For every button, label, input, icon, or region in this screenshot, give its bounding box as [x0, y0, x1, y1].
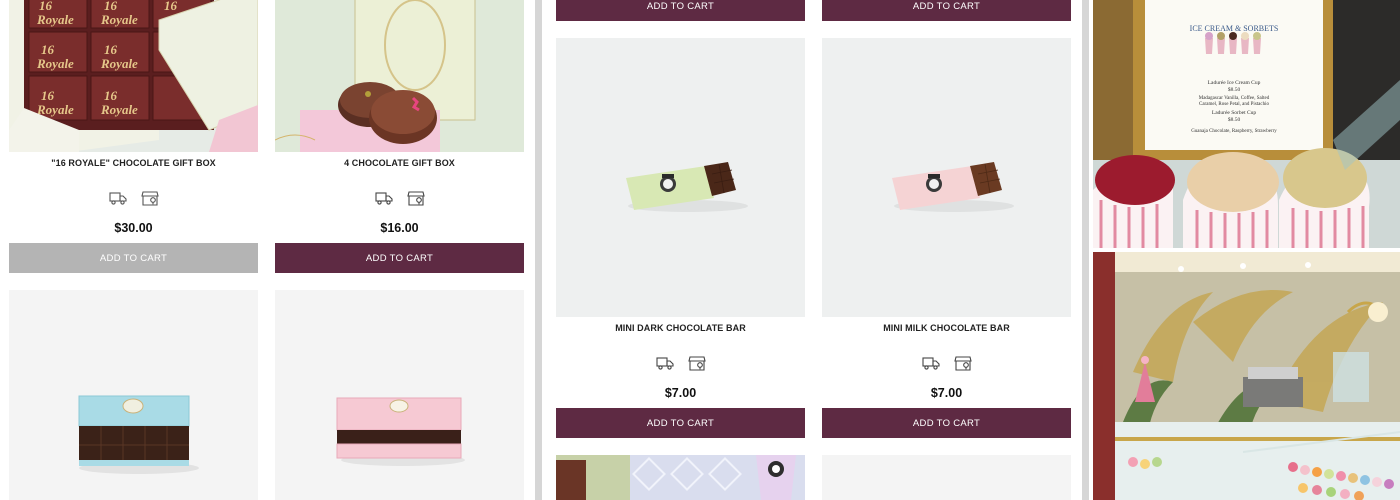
add-to-cart-button[interactable]: ADD TO CART [275, 243, 524, 273]
svg-text:Royale: Royale [100, 12, 138, 27]
svg-text:16: 16 [164, 0, 178, 13]
product-name[interactable]: MINI DARK CHOCOLATE BAR [556, 323, 805, 333]
panel-divider [1082, 0, 1089, 500]
product-name[interactable]: MINI MILK CHOCOLATE BAR [822, 323, 1071, 333]
svg-text:Royale: Royale [100, 102, 138, 117]
fulfillment-icons [9, 190, 258, 206]
svg-text:Royale: Royale [36, 102, 74, 117]
sign-line: Ladurée Ice Cream Cup [1208, 80, 1261, 86]
product-name[interactable]: "16 ROYALE" CHOCOLATE GIFT BOX [9, 158, 258, 168]
panel-divider [535, 0, 542, 500]
product-name[interactable]: 4 CHOCOLATE GIFT BOX [275, 158, 524, 168]
svg-text:Royale: Royale [36, 12, 74, 27]
sign-line: Madagascar Vanilla, Coffee, Salted [1199, 96, 1270, 101]
svg-text:Royale: Royale [100, 56, 138, 71]
product-image-blue-box[interactable] [9, 290, 258, 500]
product-image-placeholder[interactable] [822, 455, 1071, 500]
product-grid-left: 16 16 16 Royale Royale 16 16 Royale Royale 16… [0, 0, 533, 500]
boutique-interior-photo [1093, 252, 1400, 500]
delivery-truck-icon [374, 190, 393, 206]
product-image-4-chocolate-box[interactable] [275, 0, 524, 152]
product-price: $30.00 [114, 221, 153, 235]
delivery-truck-icon [108, 190, 127, 206]
product-image-mini-dark-bar[interactable] [556, 38, 805, 317]
store-pickup-icon [140, 190, 159, 206]
page: 16 16 16 Royale Royale 16 16 Royale Royale 16… [0, 0, 1400, 500]
svg-text:16: 16 [104, 88, 118, 103]
product-image-patterned-box[interactable] [556, 455, 805, 500]
store-pickup-icon [406, 190, 425, 206]
add-to-cart-button[interactable]: ADD TO CART [556, 0, 805, 21]
sign-line: Guanaja Chocolate, Raspberry, Strawberry [1191, 129, 1277, 134]
product-grid-middle: ADD TO CART ADD TO CART MINI DARK CHOCOL… [542, 0, 1080, 500]
fulfillment-icons [556, 355, 805, 371]
svg-text:16: 16 [41, 42, 55, 57]
svg-text:Royale: Royale [36, 56, 74, 71]
add-to-cart-button[interactable]: ADD TO CART [556, 408, 805, 438]
sign-line: Caramel, Rose Petal, and Pistachio [1199, 102, 1269, 107]
product-price: $7.00 [664, 386, 697, 400]
lifestyle-gallery: ICE CREAM & SORBETS Ladurée Ice Cream Cu… [1093, 0, 1400, 500]
product-price: $7.00 [930, 386, 963, 400]
product-price: $16.00 [380, 221, 419, 235]
store-pickup-icon [953, 355, 972, 371]
fulfillment-icons [275, 190, 524, 206]
delivery-truck-icon [655, 355, 674, 371]
svg-text:16: 16 [104, 42, 118, 57]
product-image-16-royale[interactable]: 16 16 16 Royale Royale 16 16 Royale Royale 16… [9, 0, 258, 152]
add-to-cart-button[interactable]: ADD TO CART [822, 0, 1071, 21]
sign-line: Ladurée Sorbet Cup [1212, 110, 1257, 116]
add-to-cart-button-disabled[interactable]: ADD TO CART [9, 243, 258, 273]
sign-title: ICE CREAM & SORBETS [1190, 24, 1279, 33]
product-image-mini-milk-bar[interactable] [822, 38, 1071, 317]
fulfillment-icons [822, 355, 1071, 371]
sign-line: $8.50 [1228, 86, 1241, 93]
ice-cream-display-photo: ICE CREAM & SORBETS Ladurée Ice Cream Cu… [1093, 0, 1400, 248]
delivery-truck-icon [921, 355, 940, 371]
product-image-pink-box[interactable] [275, 290, 524, 500]
add-to-cart-button[interactable]: ADD TO CART [822, 408, 1071, 438]
sign-line: $8.50 [1228, 116, 1241, 123]
store-pickup-icon [687, 355, 706, 371]
svg-text:16: 16 [41, 88, 55, 103]
